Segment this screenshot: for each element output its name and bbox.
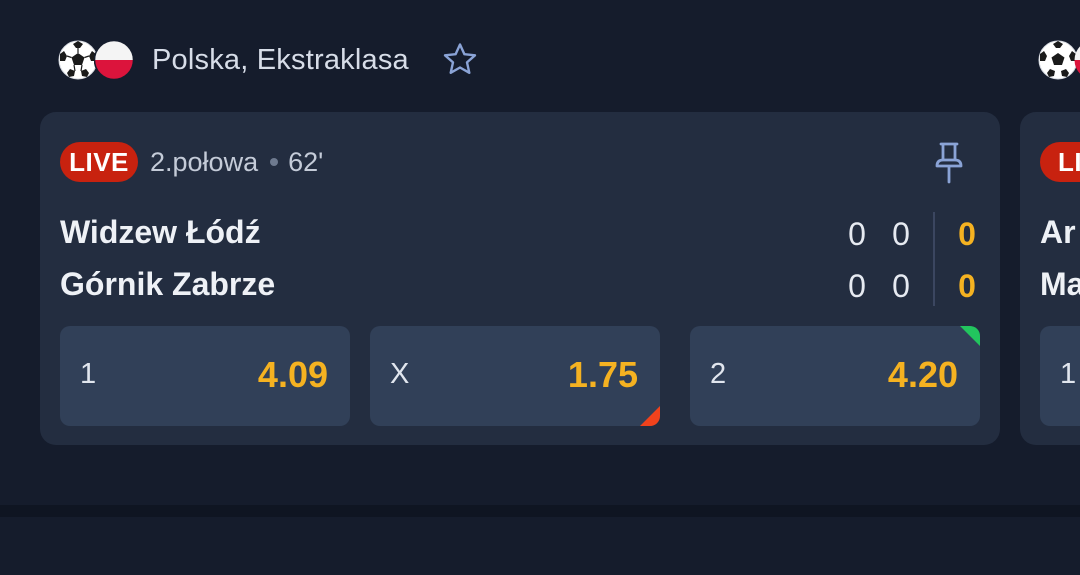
- match-card[interactable]: LIV Ar Ma 1: [1020, 112, 1080, 445]
- bottom-area: [0, 517, 1080, 575]
- home-score-period-2: 0: [892, 216, 910, 252]
- star-outline-icon[interactable]: [441, 41, 479, 79]
- poland-flag-icon: [1074, 40, 1080, 80]
- odd-value: 4.09: [257, 354, 328, 395]
- home-score-period-1: 0: [848, 216, 866, 252]
- away-score-total: 0: [958, 268, 976, 304]
- odd-label: 1: [1060, 358, 1077, 390]
- odd-button-away[interactable]: 2 4.20: [690, 326, 980, 426]
- odd-button-home[interactable]: 1 4.09: [60, 326, 350, 426]
- match-minute: 62': [288, 147, 324, 177]
- home-team-name: Ar: [1040, 214, 1076, 250]
- league-group-ekstraklasa: Polska, Ekstraklasa LIVE 2.połowa 62' Wid…: [0, 0, 1010, 505]
- away-team-name: Górnik Zabrze: [60, 266, 276, 302]
- poland-flag-icon: [94, 40, 134, 80]
- away-score-period-2: 0: [892, 268, 910, 304]
- home-team-name: Widzew Łódź: [60, 214, 261, 250]
- league-header[interactable]: Polska, Ekstraklasa: [58, 38, 479, 82]
- league-icons: [1038, 38, 1080, 82]
- soccer-ball-icon: [1038, 40, 1078, 80]
- live-badge: LIV: [1040, 142, 1080, 182]
- soccer-ball-icon: [58, 40, 98, 80]
- odds-rise-indicator-icon: [960, 326, 980, 346]
- away-score-period-1: 0: [848, 268, 866, 304]
- league-header[interactable]: [1038, 38, 1080, 82]
- league-name[interactable]: Polska, Ekstraklasa: [152, 44, 409, 77]
- score-divider: [933, 212, 935, 306]
- league-group-next: LIV Ar Ma 1: [1010, 0, 1080, 505]
- odd-button-draw[interactable]: X 1.75: [370, 326, 660, 426]
- odds-drop-indicator-icon: [640, 406, 660, 426]
- odd-button-home[interactable]: 1: [1040, 326, 1080, 426]
- match-period: 2.połowa: [150, 147, 259, 177]
- section-divider: [0, 505, 1080, 517]
- live-badge: LIVE: [60, 142, 138, 182]
- match-status: 2.połowa 62': [150, 142, 323, 182]
- league-icons: [58, 38, 136, 82]
- separator-dot: [270, 157, 279, 166]
- odd-label: 1: [80, 358, 97, 390]
- home-score-total: 0: [958, 216, 976, 252]
- odd-label: X: [390, 358, 410, 390]
- match-card[interactable]: LIVE 2.połowa 62' Widzew Łódź Górnik Zabr…: [40, 112, 1000, 445]
- pin-icon[interactable]: [932, 140, 966, 186]
- live-matches-page: Polska, Ekstraklasa LIVE 2.połowa 62' Wid…: [0, 0, 1080, 575]
- odd-value: 1.75: [567, 354, 638, 395]
- odd-value: 4.20: [887, 354, 958, 395]
- away-team-name: Ma: [1040, 266, 1080, 302]
- odd-label: 2: [710, 358, 727, 390]
